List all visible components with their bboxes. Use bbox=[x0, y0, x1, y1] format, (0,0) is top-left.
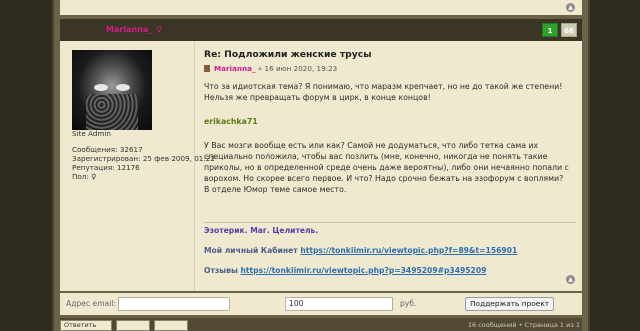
avatar-eye-right bbox=[116, 84, 130, 91]
currency-label: руб. bbox=[400, 299, 417, 308]
quoted-username: erikachka71 bbox=[204, 117, 258, 126]
avatar-veil bbox=[86, 94, 138, 130]
email-field[interactable] bbox=[118, 297, 230, 311]
gender-female-icon: ♀ bbox=[91, 172, 97, 181]
gender-female-icon: ♀ bbox=[156, 25, 163, 34]
post-header: Marianna_ ♀ 1 66 bbox=[60, 19, 582, 41]
author-reputation: Репутация: 12176 bbox=[72, 163, 140, 172]
top-strip: ▲ bbox=[60, 0, 582, 15]
post-title[interactable]: Re: Подложили женские трусы bbox=[204, 49, 372, 60]
signature-line-3: Отзывы https://tonkiimir.ru/viewtopic.ph… bbox=[204, 265, 576, 276]
footer-controls: Ответить 16 сообщений • Страница 1 из 1 bbox=[60, 318, 582, 331]
signature-reviews-label: Отзывы bbox=[204, 266, 238, 275]
post-date: » 16 июн 2020, 19:23 bbox=[257, 64, 338, 73]
footer-control-2[interactable] bbox=[116, 320, 150, 331]
post-author-link[interactable]: Marianna_ bbox=[214, 64, 256, 73]
donate-bar: Адрес email: 100 руб. Поддержать проект bbox=[60, 293, 582, 315]
author-messages: Сообщения: 32617 bbox=[72, 145, 143, 154]
avatar-eye-left bbox=[94, 84, 108, 91]
support-project-button[interactable]: Поддержать проект bbox=[465, 297, 555, 311]
signature-line-1: Эзотерик. Маг. Целитель. bbox=[204, 226, 319, 235]
post-meta: Marianna_ » 16 июн 2020, 19:23 bbox=[204, 64, 337, 73]
post-paragraph-1: Что за идиотская тема? Я понимаю, что ма… bbox=[204, 82, 563, 102]
author-link[interactable]: Marianna_ bbox=[106, 25, 152, 34]
email-label: Адрес email: bbox=[66, 299, 117, 308]
post-paragraph-2: У Вас мозги вообще есть или как? Самой н… bbox=[204, 141, 569, 183]
signature-cabinet-link[interactable]: https://tonkiimir.ru/viewtopic.php?f=89&… bbox=[300, 246, 517, 255]
post-body: Что за идиотская тема? Я понимаю, что ма… bbox=[204, 81, 576, 195]
avatar bbox=[72, 50, 152, 130]
signature: Эзотерик. Маг. Целитель. Мой личный Каби… bbox=[204, 225, 576, 285]
post: Marianna_ ♀ 1 66 Site Admin Сообщения: 32… bbox=[60, 19, 582, 291]
signature-line-2: Мой личный Кабинет https://tonkiimir.ru/… bbox=[204, 245, 576, 256]
reputation-button[interactable]: 1 bbox=[542, 23, 558, 37]
back-to-top-icon[interactable]: ▲ bbox=[566, 3, 575, 12]
post-paragraph-3: В отделе Юмор теме самое место. bbox=[204, 185, 347, 194]
signature-separator bbox=[204, 222, 576, 223]
pagination: 16 сообщений • Страница 1 из 1 bbox=[467, 321, 580, 329]
quote-button[interactable]: 66 bbox=[561, 23, 577, 37]
signature-reviews-link[interactable]: https://tonkiimir.ru/viewtopic.php?p=349… bbox=[240, 266, 486, 275]
author-name[interactable]: Marianna_ ♀ bbox=[106, 25, 162, 34]
post-back-to-top-icon[interactable]: ▲ bbox=[566, 275, 575, 284]
author-profile: Site Admin Сообщения: 32617 Зарегистриро… bbox=[72, 129, 215, 181]
author-role: Site Admin bbox=[72, 129, 111, 138]
amount-field[interactable]: 100 bbox=[285, 297, 393, 311]
footer-control-3[interactable] bbox=[154, 320, 188, 331]
reply-button[interactable]: Ответить bbox=[60, 320, 112, 331]
author-gender: Пол: ♀ bbox=[72, 172, 215, 181]
post-document-icon[interactable] bbox=[204, 65, 210, 72]
author-registered: Зарегистрирован: 25 фев 2009, 01:22 bbox=[72, 154, 215, 163]
author-gender-label: Пол: bbox=[72, 172, 89, 181]
signature-cabinet-label: Мой личный Кабинет bbox=[204, 246, 298, 255]
